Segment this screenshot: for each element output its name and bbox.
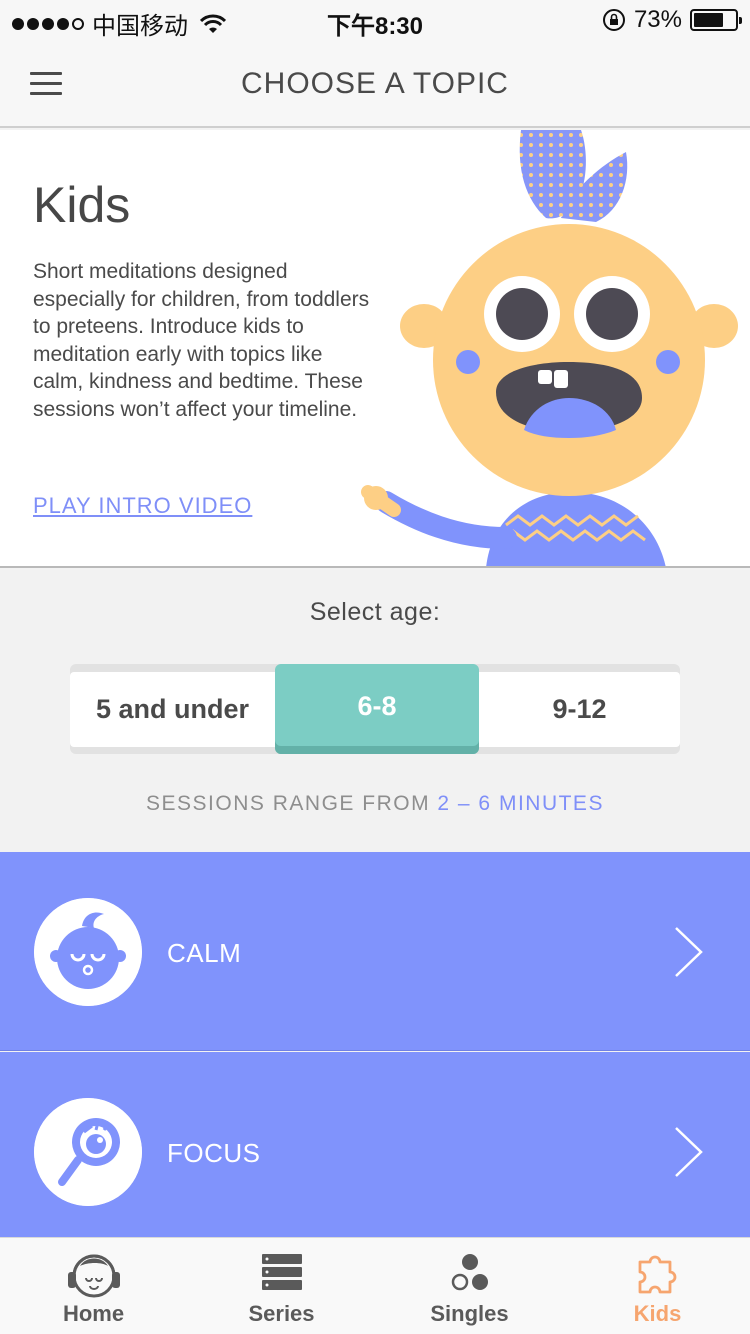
tab-kids[interactable]: Kids bbox=[564, 1238, 750, 1334]
topic-row-calm[interactable]: CALM bbox=[0, 852, 750, 1051]
calm-face-icon bbox=[34, 898, 142, 1006]
age-option-5-and-under[interactable]: 5 and under bbox=[70, 672, 275, 747]
status-right: 73% bbox=[602, 6, 742, 34]
hero-title: Kids bbox=[33, 177, 131, 233]
tab-label-singles: Singles bbox=[430, 1301, 509, 1326]
kids-hero: Kids Short meditations designed especial… bbox=[0, 130, 750, 568]
singles-dots-icon bbox=[451, 1254, 488, 1291]
bottom-tab-bar: Home Series Singles Kids bbox=[0, 1237, 750, 1334]
kid-character-illustration bbox=[361, 130, 738, 566]
age-option-9-12[interactable]: 9-12 bbox=[479, 672, 680, 747]
age-selection-section: Select age: 5 and under 9-12 6-8 SESSION… bbox=[0, 570, 750, 852]
range-prefix: SESSIONS RANGE FROM bbox=[146, 792, 438, 815]
topic-label-focus: FOCUS bbox=[167, 1138, 261, 1168]
age-segmented-control: 5 and under 9-12 6-8 bbox=[70, 664, 680, 754]
chevron-right-icon bbox=[675, 927, 703, 977]
series-stack-icon bbox=[261, 1254, 302, 1290]
tab-home[interactable]: Home bbox=[0, 1238, 187, 1334]
tab-label-kids: Kids bbox=[633, 1301, 682, 1326]
page-title: CHOOSE A TOPIC bbox=[241, 67, 509, 100]
battery-icon bbox=[690, 9, 742, 31]
battery-percent: 73% bbox=[633, 6, 682, 33]
status-bar: 中国移动 下午8:30 73% bbox=[0, 0, 750, 40]
battery-fill bbox=[694, 13, 723, 27]
tab-series[interactable]: Series bbox=[188, 1238, 375, 1334]
magnifier-eye-icon bbox=[34, 1098, 142, 1206]
select-age-label: Select age: bbox=[309, 598, 441, 626]
tab-label-series: Series bbox=[248, 1301, 315, 1326]
hero-description: Short meditations designed especially fo… bbox=[33, 260, 370, 421]
tab-singles[interactable]: Singles bbox=[376, 1238, 563, 1334]
tab-label-home: Home bbox=[62, 1301, 125, 1326]
nav-bar: CHOOSE A TOPIC bbox=[0, 40, 750, 128]
chevron-right-icon bbox=[675, 1127, 703, 1177]
session-range-text: SESSIONS RANGE FROM 2 – 6 MINUTES bbox=[0, 792, 750, 816]
home-face-icon bbox=[67, 1254, 120, 1298]
topic-label-calm: CALM bbox=[167, 938, 242, 968]
play-intro-video-link[interactable]: PLAY INTRO VIDEO bbox=[33, 493, 252, 519]
topic-row-focus[interactable]: FOCUS bbox=[0, 1052, 750, 1238]
puzzle-icon bbox=[638, 1255, 676, 1294]
age-option-6-8[interactable]: 6-8 bbox=[275, 664, 479, 754]
rotation-lock-icon bbox=[602, 9, 625, 31]
range-value: 2 – 6 MINUTES bbox=[437, 792, 604, 815]
